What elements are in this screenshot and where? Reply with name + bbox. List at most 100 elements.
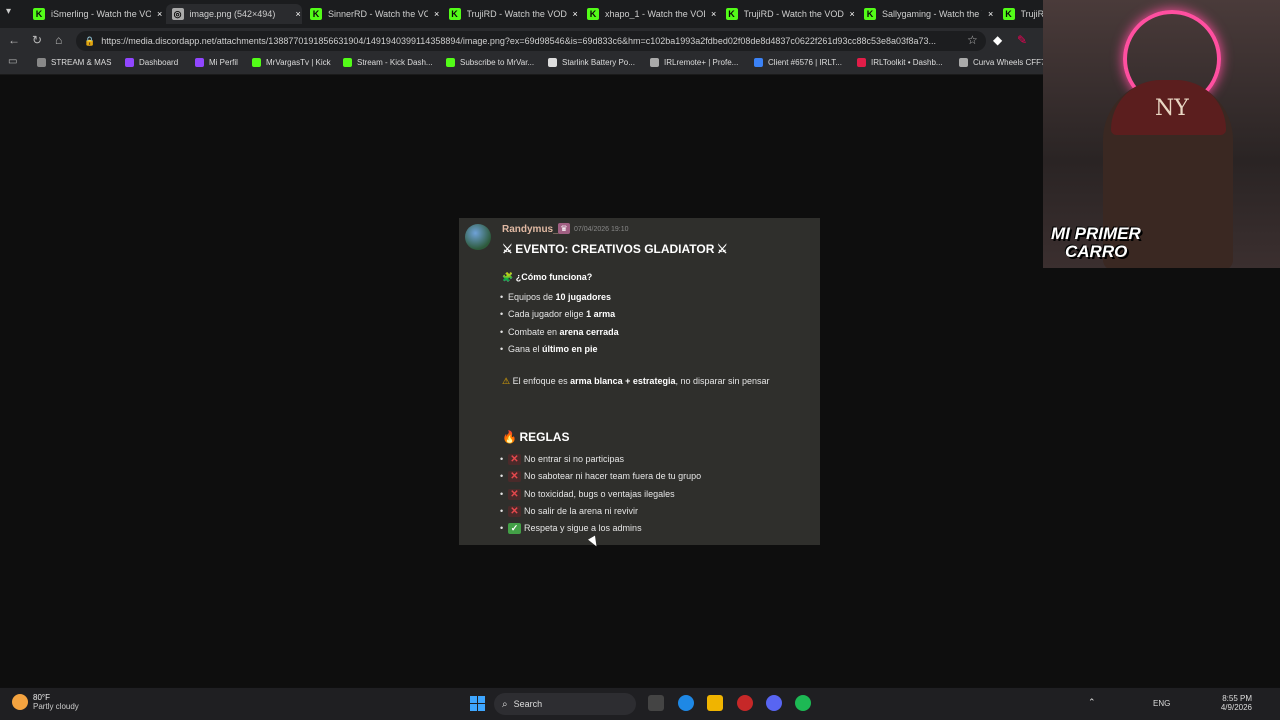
extension-icon[interactable]: ◆ <box>993 33 1002 47</box>
weather-widget[interactable]: 80°F Partly cloudy <box>12 693 79 711</box>
tab-close-icon[interactable]: × <box>711 9 716 19</box>
language-indicator[interactable]: ENG <box>1153 699 1170 708</box>
tab-list-chevron-icon[interactable]: ▾ <box>6 6 11 17</box>
webcam-overlay: NY MI PRIMER CARRO <box>1043 0 1280 268</box>
bookmark-label: Client #6576 | IRLT... <box>768 58 842 67</box>
item-bold: 10 jugadores <box>555 292 612 302</box>
weather-text: Partly cloudy <box>33 702 79 711</box>
bookmark-icon <box>446 58 455 67</box>
rule-item: • ✓ Respeta y sigue a los admins <box>500 523 642 535</box>
bullet: • <box>500 488 504 499</box>
bookmark-label: Curva Wheels CFF76 <box>973 58 1050 67</box>
tab-4[interactable]: Kxhapo_1 - Watch the VOD o × <box>581 4 717 24</box>
tab-favicon-icon: ◎ <box>171 8 184 20</box>
temperature: 80°F <box>33 693 50 702</box>
lock-icon: 🔒 <box>84 35 96 46</box>
taskbar-search[interactable]: ⌕ Search <box>494 693 636 715</box>
tab-label: iSmerling - Watch the VOD o <box>51 9 151 19</box>
tab-close-icon[interactable]: × <box>988 9 993 19</box>
tab-close-icon[interactable]: × <box>296 9 301 19</box>
tab-3[interactable]: K TrujiRD - Watch the VOD on × <box>443 4 579 24</box>
tab-close-icon[interactable]: × <box>573 9 578 19</box>
favorite-star-icon[interactable]: ☆ <box>967 33 978 47</box>
clock-time: 8:55 PM <box>1222 694 1252 703</box>
tab-favicon-icon: K <box>725 8 738 20</box>
rule-text: No entrar si no participas <box>524 454 625 464</box>
bookmark-item[interactable]: Stream - Kick Dash... <box>343 58 433 67</box>
tab-5[interactable]: K TrujiRD - Watch the VOD on × <box>720 4 856 24</box>
cross-icon: ✕ <box>508 488 521 500</box>
rule-text: No salir de la arena ni revivir <box>524 505 639 516</box>
bullet: • <box>500 523 504 534</box>
swords-icon: ⚔ <box>502 242 513 256</box>
bullet: • <box>500 292 504 302</box>
bookmark-item[interactable]: Mi Perfil <box>195 58 238 67</box>
item-pre: Gana el <box>508 343 543 354</box>
tab-6[interactable]: K Sallygaming - Watch the VO × <box>858 4 994 24</box>
clock[interactable]: 8:55 PM 4/9/2026 <box>1218 694 1252 712</box>
tab-2[interactable]: K SinnerRD - Watch the VOD o × <box>304 4 440 24</box>
how-list-item: • Cada jugador elige 1 arma <box>500 309 615 319</box>
overlay-line-1: MI PRIMER <box>1051 224 1141 243</box>
rules-heading-line: 🔥 REGLAS <box>502 430 569 444</box>
bookmark-item[interactable]: MrVargasTv | Kick <box>252 58 331 67</box>
warning-post: , no disparar sin pensar <box>675 376 770 386</box>
cross-icon: ✕ <box>508 471 521 483</box>
bookmark-icon <box>857 58 866 67</box>
bookmark-item[interactable]: Starlink Battery Po... <box>548 58 635 67</box>
cross-icon: ✕ <box>508 454 521 465</box>
tab-1[interactable]: ◎ image.png (542×494) × <box>165 4 302 24</box>
tray-overflow-icon[interactable]: ⌃ <box>1088 697 1096 708</box>
bookmark-label: IRLremote+ | Profe... <box>664 58 739 67</box>
item-bold: último en pie <box>542 343 598 354</box>
bookmark-item[interactable]: Curva Wheels CFF76 <box>959 58 1050 67</box>
message-timestamp: 07/04/2026 19:10 <box>574 226 629 233</box>
tab-favicon-icon: K <box>33 8 45 20</box>
tab-close-icon[interactable]: × <box>434 9 439 19</box>
bookmark-item[interactable]: Dashboard <box>125 58 178 67</box>
bookmark-label: Dashboard <box>139 58 179 67</box>
item-bold: arena cerrada <box>559 326 619 337</box>
check-icon: ✓ <box>508 523 521 535</box>
bookmark-item[interactable]: IRLToolkit • Dashb... <box>857 58 943 67</box>
tab-label: xhapo_1 - Watch the VOD o <box>605 9 705 19</box>
windows-start-icon[interactable] <box>470 696 485 711</box>
reload-icon[interactable]: ↻ <box>32 33 42 47</box>
clock-date: 4/9/2026 <box>1220 703 1252 712</box>
warning-pre: El enfoque es <box>512 376 571 386</box>
address-bar[interactable]: 🔒 https://media.discordapp.net/attachmen… <box>76 31 986 51</box>
sidebar-toggle-icon[interactable]: ▭ <box>8 56 17 67</box>
tab-favicon-icon: K <box>310 8 322 20</box>
spotify-icon[interactable] <box>795 695 811 711</box>
home-icon[interactable]: ⌂ <box>55 33 62 47</box>
message-title-line: ⚔ EVENTO: CREATIVOS GLADIATOR ⚔ <box>502 242 728 256</box>
rule-item: • ✕ No salir de la arena ni revivir <box>500 505 639 517</box>
discord-icon[interactable] <box>766 695 782 711</box>
edge-browser-icon[interactable] <box>678 695 694 711</box>
bookmark-icon <box>125 58 134 67</box>
cap-logo: NY <box>1155 96 1189 121</box>
item-bold: 1 arma <box>586 309 616 320</box>
message-title: EVENTO: CREATIVOS GLADIATOR <box>515 242 715 256</box>
pen-icon[interactable]: ✎ <box>1017 33 1027 47</box>
bookmark-item[interactable]: Subscribe to MrVar... <box>446 58 534 67</box>
file-explorer-icon[interactable] <box>707 695 723 711</box>
discord-message-image: Randymus_ ♛ 07/04/2026 19:10 ⚔ EVENTO: C… <box>459 218 820 545</box>
swords-icon: ⚔ <box>716 242 728 256</box>
bookmark-label: IRLToolkit • Dashb... <box>871 58 943 67</box>
item-pre: Equipos de <box>508 292 556 302</box>
author-name: Randymus_ <box>502 224 559 235</box>
bookmark-item[interactable]: IRLremote+ | Profe... <box>650 58 738 67</box>
bookmark-item[interactable]: STREAM & MAS <box>37 58 111 67</box>
tab-0[interactable]: KiSmerling - Watch the VOD o × <box>27 4 163 24</box>
rule-item: • ✕ No sabotear ni hacer team fuera de tu … <box>500 471 701 483</box>
tab-close-icon[interactable]: × <box>157 9 162 19</box>
tab-close-icon[interactable]: × <box>850 9 855 19</box>
bullet: • <box>500 471 504 482</box>
tab-favicon-icon: K <box>587 8 599 20</box>
app-icon[interactable] <box>737 695 753 711</box>
bookmark-item[interactable]: Client #6576 | IRLT... <box>754 58 842 67</box>
warning-icon: ⚠ <box>502 376 511 386</box>
back-icon[interactable]: ← <box>8 33 20 47</box>
task-view-icon[interactable] <box>648 695 664 711</box>
